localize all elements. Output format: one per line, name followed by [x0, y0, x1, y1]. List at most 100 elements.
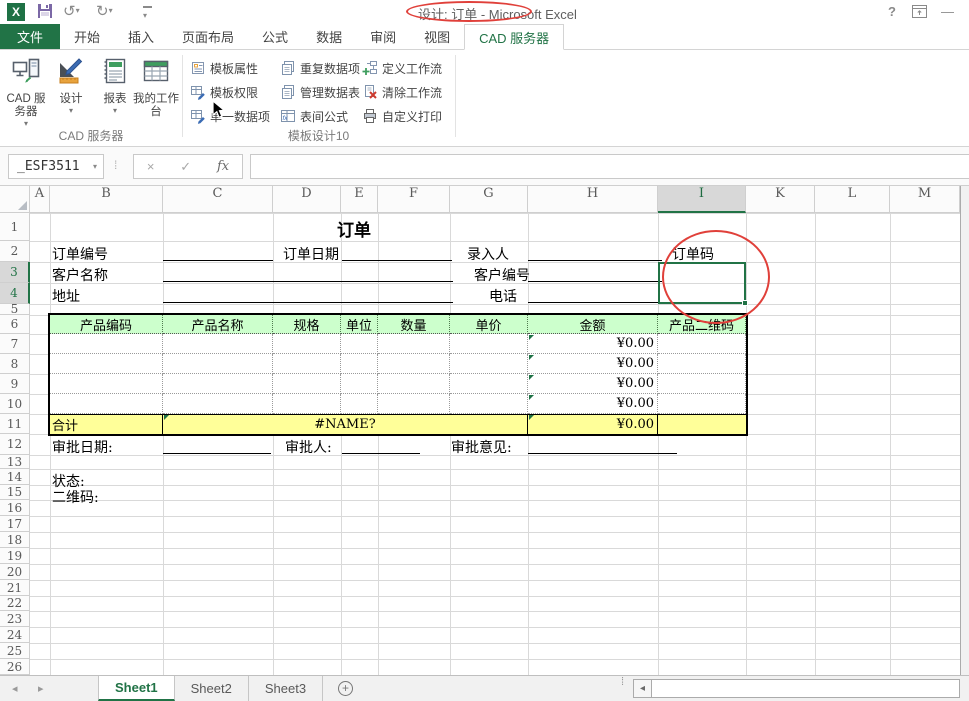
column-header-C[interactable]: C [163, 186, 273, 213]
amount-cell[interactable]: ¥0.00 [528, 394, 658, 414]
table-cell[interactable] [273, 394, 341, 414]
row-header-15[interactable]: 15 [0, 485, 30, 500]
row-header-14[interactable]: 14 [0, 469, 30, 485]
row-header-25[interactable]: 25 [0, 643, 30, 659]
table-cell[interactable] [378, 334, 450, 354]
customize-qat-button[interactable]: ▾ [143, 0, 152, 24]
ribbon-button-clear-workflow[interactable]: 清除工作流 [362, 82, 442, 102]
row-header-21[interactable]: 21 [0, 580, 30, 596]
insert-function-icon[interactable]: fx [217, 159, 229, 174]
table-cell[interactable] [273, 334, 341, 354]
tab-insert[interactable]: 插入 [114, 24, 168, 49]
sheet-nav-prev-icon[interactable]: ◂ [12, 682, 18, 695]
column-header-H[interactable]: H [528, 186, 658, 213]
minimize-button[interactable]: — [941, 4, 954, 19]
field-approval-date[interactable] [163, 453, 271, 454]
amount-cell[interactable]: ¥0.00 [528, 334, 658, 354]
table-cell[interactable] [658, 354, 746, 374]
row-header-8[interactable]: 8 [0, 354, 30, 374]
name-box-resize-handle[interactable]: ⁞ [114, 158, 117, 172]
row-header-2[interactable]: 2 [0, 241, 30, 262]
select-all-corner[interactable] [0, 186, 30, 213]
total-name-error-cell[interactable]: #NAME? [163, 414, 528, 434]
table-header-cell[interactable]: 数量 [378, 315, 450, 334]
total-amount-cell[interactable]: ¥0.00 [528, 414, 658, 434]
row-header-20[interactable]: 20 [0, 564, 30, 580]
table-cell[interactable] [50, 354, 163, 374]
column-header-F[interactable]: F [378, 186, 450, 213]
column-header-B[interactable]: B [50, 186, 163, 213]
row-header-7[interactable]: 7 [0, 334, 30, 354]
field-approver[interactable] [342, 453, 420, 454]
table-cell[interactable] [658, 374, 746, 394]
redo-button[interactable]: ↻▾ [96, 2, 113, 20]
field-customer-no[interactable] [528, 281, 662, 282]
fill-handle[interactable] [742, 300, 748, 306]
row-header-16[interactable]: 16 [0, 500, 30, 516]
row-header-10[interactable]: 10 [0, 394, 30, 414]
table-cell[interactable] [378, 374, 450, 394]
table-cell[interactable] [341, 334, 378, 354]
tab-home[interactable]: 开始 [60, 24, 114, 49]
undo-dropdown-icon[interactable]: ▾ [76, 6, 80, 15]
table-header-cell[interactable]: 产品名称 [163, 315, 273, 334]
table-cell[interactable] [163, 354, 273, 374]
ribbon-button-single-data-item[interactable]: 单一数据项 [190, 106, 270, 126]
ribbon-button-manage-data-tables[interactable]: 管理数据表 [280, 82, 360, 102]
ribbon-button-template-permissions[interactable]: 模板权限 [190, 82, 258, 102]
row-header-26[interactable]: 26 [0, 659, 30, 675]
ribbon-button-repeat-data-items[interactable]: 重复数据项 [280, 58, 360, 78]
row-header-4[interactable]: 4 [0, 283, 30, 304]
row-header-24[interactable]: 24 [0, 627, 30, 643]
column-header-M[interactable]: M [890, 186, 960, 213]
row-header-9[interactable]: 9 [0, 374, 30, 394]
table-cell[interactable] [378, 394, 450, 414]
table-cell[interactable] [163, 374, 273, 394]
ribbon-button-report[interactable]: 报表▾ [92, 53, 138, 125]
tab-view[interactable]: 视图 [410, 24, 464, 49]
amount-cell[interactable]: ¥0.00 [528, 374, 658, 394]
undo-button[interactable]: ↺▾ [63, 2, 80, 20]
horizontal-scrollbar[interactable]: ◂ [633, 679, 960, 698]
table-cell[interactable] [163, 334, 273, 354]
field-order-no[interactable] [163, 260, 273, 261]
table-cell[interactable] [450, 374, 528, 394]
row-header-13[interactable]: 13 [0, 455, 30, 469]
name-box[interactable]: _ESF3511▾ [8, 154, 104, 179]
ribbon-button-custom-print[interactable]: 自定义打印 [362, 106, 442, 126]
sheet-tab-sheet1[interactable]: Sheet1 [98, 676, 175, 701]
ribbon-button-cad-server[interactable]: CAD 服务器▾ [3, 53, 49, 125]
amount-cell[interactable]: ¥0.00 [528, 354, 658, 374]
table-cell[interactable] [341, 354, 378, 374]
row-header-1[interactable]: 1 [0, 213, 30, 241]
help-button[interactable]: ? [888, 4, 896, 19]
table-cell[interactable] [658, 394, 746, 414]
field-phone[interactable] [528, 302, 662, 303]
tab-formulas[interactable]: 公式 [248, 24, 302, 49]
field-approval-opinion[interactable] [528, 453, 677, 454]
table-header-cell[interactable]: 规格 [273, 315, 341, 334]
table-cell[interactable] [341, 374, 378, 394]
column-header-G[interactable]: G [450, 186, 528, 213]
ribbon-button-design[interactable]: 设计▾ [48, 53, 94, 125]
tab-review[interactable]: 审阅 [356, 24, 410, 49]
table-cell[interactable] [450, 354, 528, 374]
selected-cell[interactable] [658, 262, 746, 304]
table-cell[interactable] [50, 334, 163, 354]
ribbon-button-intertable-formula[interactable]: fx表间公式 [280, 106, 348, 126]
table-header-cell[interactable]: 单价 [450, 315, 528, 334]
table-cell[interactable] [273, 374, 341, 394]
table-cell[interactable] [273, 354, 341, 374]
table-header-cell[interactable]: 单位 [341, 315, 378, 334]
field-order-date[interactable] [342, 260, 452, 261]
column-header-L[interactable]: L [815, 186, 890, 213]
total-label-cell[interactable]: 合计 [50, 414, 163, 434]
ribbon-display-options-button[interactable] [912, 5, 927, 21]
row-header-5[interactable]: 5 [0, 304, 30, 315]
ribbon-button-workbench[interactable]: 我的工作台 [133, 53, 179, 125]
column-header-E[interactable]: E [341, 186, 378, 213]
table-cell[interactable] [658, 334, 746, 354]
ribbon-button-define-workflow[interactable]: 定义工作流 [362, 58, 442, 78]
formula-input[interactable] [250, 154, 969, 179]
column-header-D[interactable]: D [273, 186, 341, 213]
